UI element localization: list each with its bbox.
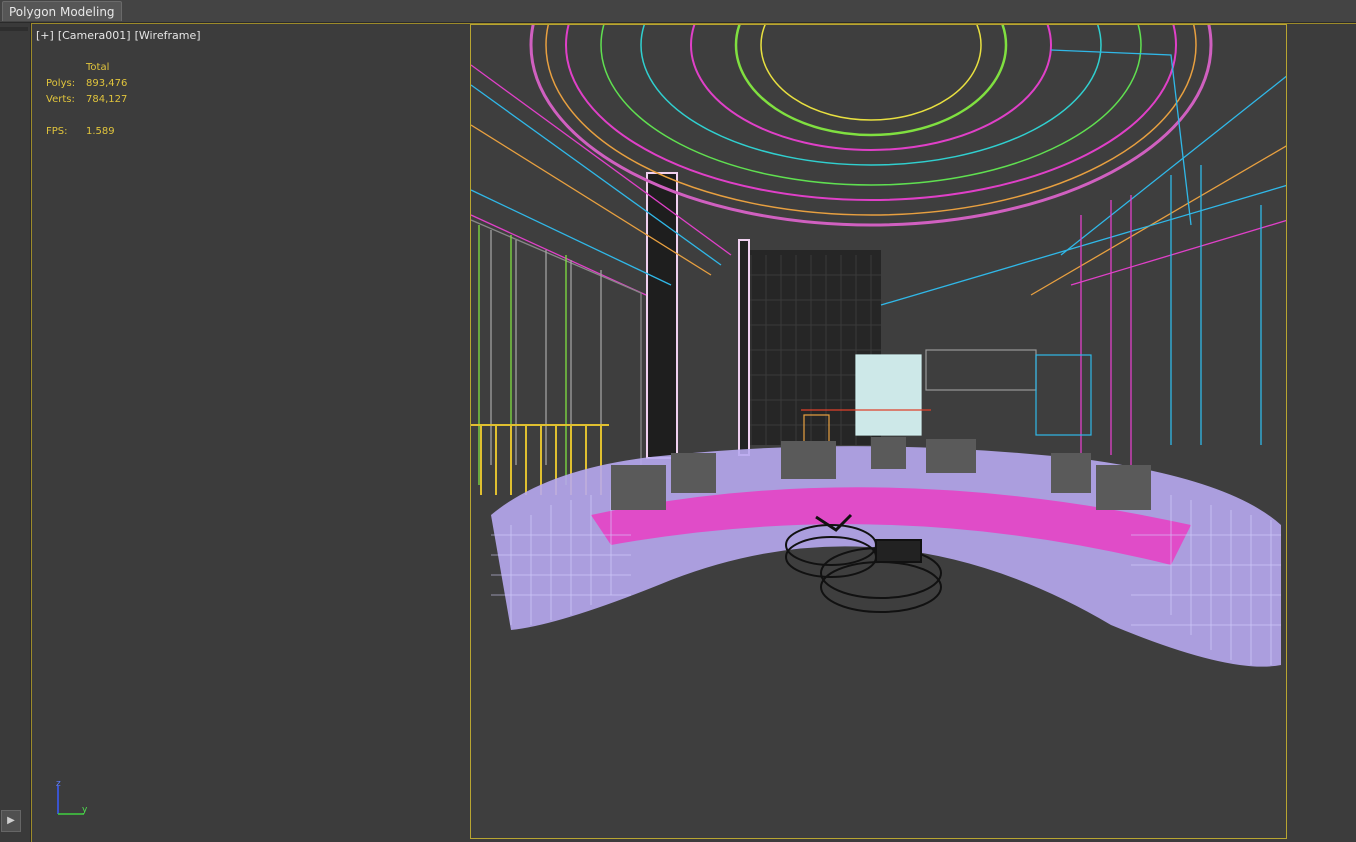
viewport-menu-plus[interactable]: [+] — [36, 29, 54, 42]
pillar-mid — [738, 239, 750, 456]
polygon-modeling-tab[interactable]: Polygon Modeling — [2, 1, 122, 21]
play-triangle-icon[interactable]: ▶ — [1, 810, 21, 832]
verts-label: Verts: — [46, 94, 75, 105]
polys-label: Polys: — [46, 78, 76, 89]
axis-z-label: z — [56, 779, 61, 789]
left-toolbar-strip — [0, 23, 31, 842]
stats-total-header: Total — [86, 62, 110, 73]
viewport-shading-label[interactable]: [Wireframe] — [135, 29, 201, 42]
ribbon-bar: Polygon Modeling — [0, 0, 1356, 23]
wireframe-scene — [471, 25, 1286, 838]
safe-frame — [470, 24, 1287, 839]
polys-value: 893,476 — [86, 78, 128, 89]
viewport-statistics: Total Polys: 893,476 Verts: 784,127 FPS: 1.… — [46, 60, 166, 140]
axis-y-label: y — [82, 805, 88, 815]
axis-tripod-icon: z y — [54, 778, 94, 818]
verts-value: 784,127 — [86, 94, 128, 105]
fps-value: 1.589 — [86, 126, 115, 137]
strip-divider — [0, 27, 28, 31]
viewport-camera-label[interactable]: [Camera001] — [58, 29, 131, 42]
fps-label: FPS: — [46, 126, 68, 137]
viewport-label[interactable]: [+] [Camera001] [Wireframe] — [36, 29, 205, 42]
